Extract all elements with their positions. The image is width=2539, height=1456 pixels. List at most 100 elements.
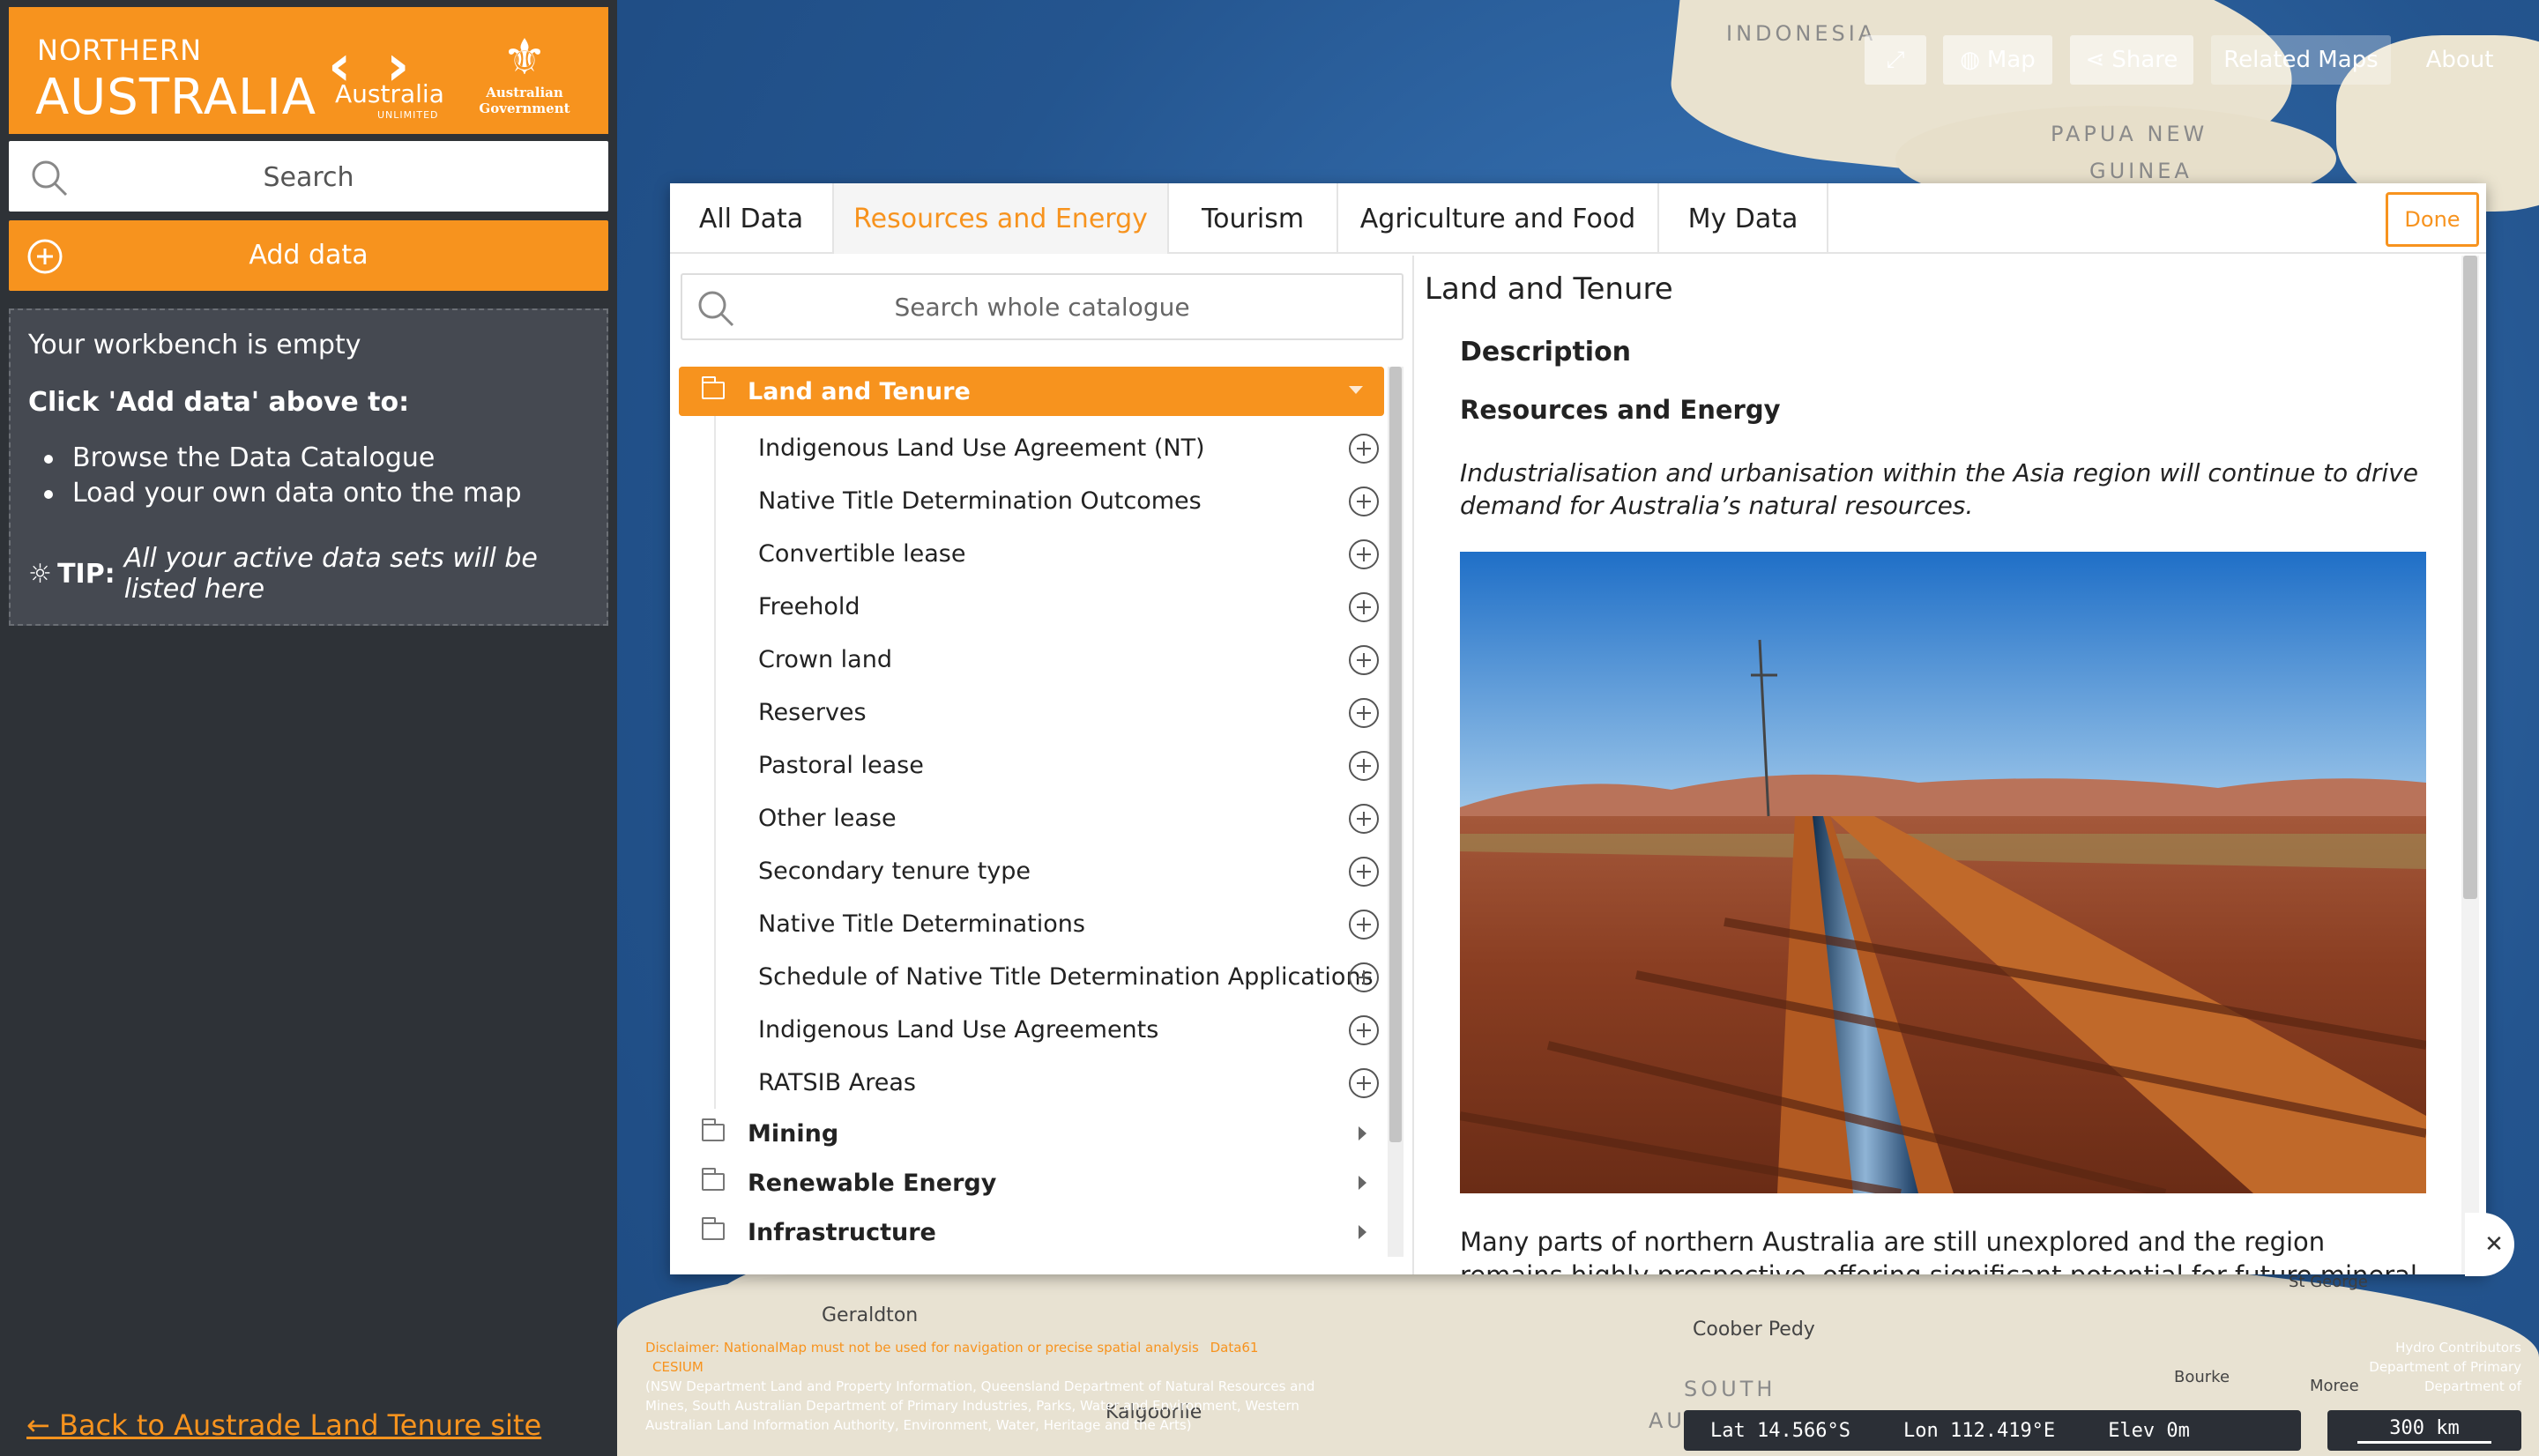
add-item-icon[interactable] bbox=[1349, 804, 1379, 834]
catalogue-search-placeholder: Search whole catalogue bbox=[894, 293, 1190, 322]
add-item-icon[interactable] bbox=[1349, 434, 1379, 464]
longitude-readout: Lon 112.419°E bbox=[1902, 1419, 2056, 1442]
map-label-bourke: Bourke bbox=[2174, 1368, 2230, 1386]
tab-tourism[interactable]: Tourism bbox=[1169, 183, 1338, 254]
add-item-icon[interactable] bbox=[1349, 487, 1379, 516]
add-item-icon[interactable] bbox=[1349, 1068, 1379, 1098]
catalogue-tree-pane: Search whole catalogue Land and Tenure I… bbox=[670, 256, 1414, 1274]
catalogue-search-input[interactable]: Search whole catalogue bbox=[681, 273, 1404, 340]
workbench-bullets: Browse the Data Catalogue Load your own … bbox=[44, 441, 589, 511]
add-item-icon[interactable] bbox=[1349, 751, 1379, 781]
tab-all-data[interactable]: All Data bbox=[670, 183, 834, 254]
back-to-austrade-link[interactable]: ← Back to Austrade Land Tenure site bbox=[26, 1408, 541, 1442]
catalogue-item[interactable]: Other lease bbox=[716, 791, 1384, 844]
catalogue-item[interactable]: Reserves bbox=[716, 686, 1384, 739]
detail-italic-text: Industrialisation and urbanisation withi… bbox=[1460, 458, 2418, 520]
map-credits: Hydro Contributors Department of Primary… bbox=[2369, 1340, 2521, 1394]
catalogue-tabs: All Data Resources and Energy Tourism Ag… bbox=[670, 183, 2486, 254]
catalogue-item[interactable]: RATSIB Areas bbox=[716, 1056, 1384, 1109]
detail-subheading: Resources and Energy bbox=[1460, 395, 1781, 425]
tree-scrollbar[interactable] bbox=[1388, 367, 1404, 1257]
fullscreen-button[interactable]: ⤢ bbox=[1865, 35, 1926, 85]
group-label: Renewable Energy bbox=[748, 1169, 997, 1197]
caret-right-icon bbox=[1359, 1126, 1366, 1140]
brand-line-2: AUSTRALIA bbox=[35, 69, 317, 126]
workbench-bullet: Browse the Data Catalogue bbox=[44, 441, 589, 476]
workbench-bullet: Load your own data onto the map bbox=[44, 476, 589, 511]
partner-logo-subtext: UNLIMITED bbox=[377, 109, 439, 121]
detail-title: Land and Tenure bbox=[1425, 271, 1673, 307]
workbench-empty-panel: Your workbench is empty Click 'Add data'… bbox=[9, 308, 608, 626]
workbench-tip: ☼ TIP: All your active data sets will be… bbox=[28, 543, 589, 605]
folder-icon bbox=[702, 1216, 748, 1246]
folder-open-icon bbox=[702, 375, 748, 405]
group-label: Mining bbox=[748, 1119, 839, 1148]
add-item-icon[interactable] bbox=[1349, 857, 1379, 887]
detail-scrollbar[interactable] bbox=[2461, 256, 2479, 1274]
railway-track-photo bbox=[1460, 552, 2426, 1193]
lightbulb-icon: ☼ bbox=[28, 558, 52, 590]
done-button[interactable]: Done bbox=[2386, 192, 2479, 247]
group-items: Indigenous Land Use Agreement (NT) Nativ… bbox=[714, 416, 1384, 1109]
about-button[interactable]: About bbox=[2407, 35, 2513, 85]
data-catalogue-modal: All Data Resources and Energy Tourism Ag… bbox=[670, 183, 2486, 1274]
sidebar-search-button[interactable]: Search bbox=[9, 141, 608, 212]
share-button[interactable]: ⋖ Share bbox=[2070, 35, 2193, 85]
caret-right-icon bbox=[1359, 1225, 1366, 1239]
scale-bar: 300 km bbox=[2327, 1410, 2521, 1451]
brand-header[interactable]: NORTHERN AUSTRALIA ‹ › Australia UNLIMIT… bbox=[9, 7, 608, 134]
add-item-icon[interactable] bbox=[1349, 962, 1379, 992]
catalogue-item[interactable]: Schedule of Native Title Determination A… bbox=[716, 950, 1384, 1003]
catalogue-item[interactable]: Convertible lease bbox=[716, 527, 1384, 580]
group-mining[interactable]: Mining bbox=[679, 1109, 1384, 1158]
map-label-st-george: St George bbox=[2289, 1273, 2368, 1291]
tree-scrollbar-thumb[interactable] bbox=[1389, 367, 1402, 1142]
catalogue-item[interactable]: Pastoral lease bbox=[716, 739, 1384, 791]
detail-scrollbar-thumb[interactable] bbox=[2463, 256, 2477, 899]
catalogue-item[interactable]: Freehold bbox=[716, 580, 1384, 633]
catalogue-item[interactable]: Native Title Determination Outcomes bbox=[716, 474, 1384, 527]
map-label-indonesia: INDONESIA bbox=[1726, 21, 1877, 46]
add-data-button[interactable]: Add data bbox=[9, 220, 608, 291]
caret-right-icon bbox=[1359, 1176, 1366, 1190]
add-item-icon[interactable] bbox=[1349, 592, 1379, 622]
detail-description-heading: Description bbox=[1460, 337, 1632, 368]
disclaimer-text: Disclaimer: NationalMap must not be used… bbox=[645, 1340, 1199, 1356]
add-item-icon[interactable] bbox=[1349, 1015, 1379, 1045]
tab-resources-and-energy[interactable]: Resources and Energy bbox=[834, 183, 1169, 254]
sidebar-search-label: Search bbox=[263, 162, 354, 193]
add-item-icon[interactable] bbox=[1349, 910, 1379, 940]
map-label-guinea: GUINEA bbox=[2089, 159, 2193, 183]
share-icon: ⋖ bbox=[2085, 47, 2105, 73]
scale-label: 300 km bbox=[2389, 1417, 2460, 1439]
partner-logo-text: Australia bbox=[335, 79, 444, 108]
catalogue-item[interactable]: Secondary tenure type bbox=[716, 844, 1384, 897]
add-item-icon[interactable] bbox=[1349, 698, 1379, 728]
cesium-link[interactable]: CESIUM bbox=[652, 1359, 704, 1375]
related-maps-button[interactable]: Related Maps bbox=[2211, 35, 2391, 85]
tab-my-data[interactable]: My Data bbox=[1659, 183, 1828, 254]
map-disclaimer: Disclaimer: NationalMap must not be used… bbox=[645, 1338, 1315, 1435]
sidebar: NORTHERN AUSTRALIA ‹ › Australia UNLIMIT… bbox=[0, 0, 617, 1456]
group-renewable-energy[interactable]: Renewable Energy bbox=[679, 1158, 1384, 1207]
crest-icon: ⚜ bbox=[502, 29, 547, 86]
gov-logo-text: Australian Government bbox=[479, 85, 570, 116]
map-settings-button[interactable]: ◍ Map bbox=[1943, 35, 2052, 85]
australia-unlimited-logo: ‹ › Australia UNLIMITED bbox=[328, 33, 451, 122]
group-infrastructure[interactable]: Infrastructure bbox=[679, 1207, 1384, 1257]
catalogue-item[interactable]: Native Title Determinations bbox=[716, 897, 1384, 950]
data61-link[interactable]: Data61 bbox=[1210, 1340, 1259, 1356]
catalogue-tree: Land and Tenure Indigenous Land Use Agre… bbox=[679, 367, 1384, 1257]
catalogue-item[interactable]: Indigenous Land Use Agreement (NT) bbox=[716, 421, 1384, 474]
coordinate-readout: Lat 14.566°S Lon 112.419°E Elev 0m bbox=[1684, 1410, 2301, 1451]
catalogue-item[interactable]: Crown land bbox=[716, 633, 1384, 686]
globe-icon: ◍ bbox=[1960, 47, 1980, 73]
group-land-and-tenure[interactable]: Land and Tenure bbox=[679, 367, 1384, 416]
add-item-icon[interactable] bbox=[1349, 539, 1379, 569]
folder-icon bbox=[702, 1118, 748, 1148]
add-item-icon[interactable] bbox=[1349, 645, 1379, 675]
government-crest-logo: ⚜ Australian Government bbox=[450, 29, 599, 117]
map-label-geraldton: Geraldton bbox=[822, 1304, 919, 1326]
tab-agriculture-and-food[interactable]: Agriculture and Food bbox=[1338, 183, 1659, 254]
catalogue-item[interactable]: Indigenous Land Use Agreements bbox=[716, 1003, 1384, 1056]
